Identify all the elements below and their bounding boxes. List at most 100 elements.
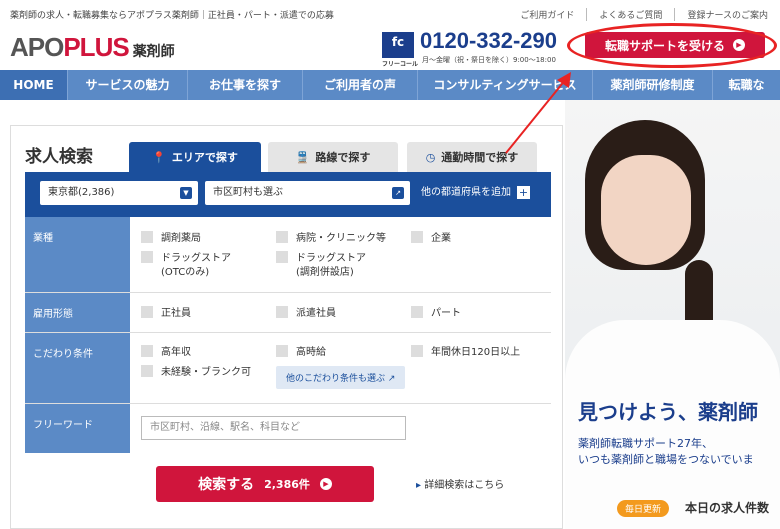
top-links: ご利用ガイド よくあるご質問 登録ナースのご案内: [508, 8, 780, 21]
career-support-label: 転職サポートを受ける: [604, 38, 725, 53]
main-nav: HOME サービスの魅力 お仕事を探す ご利用者の声 コンサルティングサービス …: [0, 70, 780, 100]
arrow-right-icon: ▶: [319, 478, 332, 490]
option-label: 正社員: [161, 308, 191, 319]
option-parttime[interactable]: パート: [411, 306, 461, 321]
nav-consulting[interactable]: コンサルティングサービス: [418, 70, 593, 100]
checkbox[interactable]: [411, 345, 423, 357]
site-logo[interactable]: APOPLUS 薬剤師: [10, 32, 175, 63]
pin-icon: 📍: [152, 150, 166, 164]
nav-voices[interactable]: ご利用者の声: [303, 70, 418, 100]
option-label: 年間休日120日以上: [431, 347, 521, 358]
hero-title: 見つけよう、薬剤師: [578, 400, 758, 424]
checkbox[interactable]: [276, 345, 288, 357]
search-button-count: 2,386件: [264, 478, 310, 491]
option-label: ドラッグストア: [296, 253, 366, 264]
prefecture-value: 東京都(2,386): [48, 187, 115, 198]
city-placeholder: 市区町村も選ぶ: [213, 187, 283, 198]
option-high-hourly[interactable]: 高時給: [276, 345, 326, 360]
checkbox[interactable]: [276, 231, 288, 243]
option-holidays[interactable]: 年間休日120日以上: [411, 345, 520, 360]
area-select-bar: 東京都(2,386) ▼ 市区町村も選ぶ ↗ 他の都道府県を追加 +: [25, 172, 551, 217]
option-label: 未経験・ブランク可: [161, 367, 251, 378]
option-label: 派遣社員: [296, 308, 336, 319]
add-prefecture-label: 他の都道府県を追加: [421, 187, 511, 198]
logo-main: APO: [10, 32, 64, 62]
employment-label: 雇用形態: [25, 293, 130, 332]
clock-icon: ◷: [425, 150, 436, 164]
tab-area-label: エリアで探す: [171, 151, 238, 164]
hero-sub-line1: 薬剤師転職サポート27年、: [578, 437, 713, 450]
tab-line[interactable]: 🚆 路線で探す: [268, 142, 398, 172]
hero-face: [601, 155, 691, 265]
checkbox[interactable]: [141, 345, 153, 357]
nav-training[interactable]: 薬剤師研修制度: [593, 70, 713, 100]
checkbox[interactable]: [276, 306, 288, 318]
option-label: 高時給: [296, 347, 326, 358]
plus-icon: +: [517, 185, 530, 199]
checkbox[interactable]: [276, 251, 288, 263]
checkbox[interactable]: [141, 251, 153, 263]
option-high-salary[interactable]: 高年収: [141, 345, 191, 360]
nav-jobs[interactable]: お仕事を探す: [188, 70, 303, 100]
option-label: 企業: [431, 233, 451, 244]
top-link-guide[interactable]: ご利用ガイド: [508, 8, 586, 21]
arrow-right-icon: ▶: [733, 39, 745, 51]
checkbox[interactable]: [141, 231, 153, 243]
nav-service[interactable]: サービスの魅力: [68, 70, 188, 100]
conditions-label: こだわり条件: [25, 333, 130, 403]
daily-update-badge: 毎日更新: [617, 500, 670, 517]
option-drugstore-dispensing[interactable]: ドラッグストア (調剤併設店): [276, 251, 366, 280]
more-conditions-label: 他のこだわり条件も選ぶ: [286, 374, 386, 384]
freecall-icon: fc フリーコール: [382, 32, 418, 68]
option-inexperienced[interactable]: 未経験・ブランク可: [141, 365, 251, 380]
nav-more[interactable]: 転職な: [713, 70, 780, 100]
add-prefecture-button[interactable]: 他の都道府県を追加 +: [421, 181, 530, 205]
option-label: パート: [431, 308, 461, 319]
option-drugstore-otc[interactable]: ドラッグストア (OTCのみ): [141, 251, 231, 280]
freecall-label: フリーコール: [382, 61, 419, 68]
tab-line-label: 路線で探す: [315, 151, 371, 164]
tab-area[interactable]: 📍 エリアで探す: [129, 142, 261, 172]
external-icon: ↗: [387, 374, 396, 384]
option-hospital[interactable]: 病院・クリニック等: [276, 231, 386, 246]
career-support-button[interactable]: 転職サポートを受ける ▶: [585, 32, 765, 58]
phone-hours: 月〜金曜（祝・祭日を除く）9:00〜18:00: [422, 56, 556, 64]
job-count-label: 本日の求人件数: [685, 501, 770, 515]
freeword-row: フリーワード 市区町村、沿線、駅名、科目など: [25, 404, 551, 453]
search-button[interactable]: 検索する 2,386件 ▶: [156, 466, 374, 502]
prefecture-select[interactable]: 東京都(2,386) ▼: [40, 181, 198, 205]
option-dispatch[interactable]: 派遣社員: [276, 306, 336, 321]
checkbox[interactable]: [141, 306, 153, 318]
detail-search-link[interactable]: 詳細検索はこちら: [416, 476, 504, 491]
freeword-label: フリーワード: [25, 404, 130, 453]
search-title: 求人検索: [25, 147, 93, 167]
search-button-label: 検索する: [198, 477, 255, 493]
job-search-panel: 求人検索 📍 エリアで探す 🚆 路線で探す ◷ 通勤時間で探す 東京都(2,386) …: [10, 125, 563, 529]
option-fulltime[interactable]: 正社員: [141, 306, 191, 321]
industry-row: 業種 調剤薬局 病院・クリニック等 企業 ドラッグストア (OTCのみ) ドラッグ…: [25, 217, 551, 293]
top-bar: 薬剤師の求人・転職募集ならアポプラス薬剤師｜正社員・パート・派遣での応募 ご利用…: [0, 0, 780, 28]
top-link-faq[interactable]: よくあるご質問: [586, 8, 674, 21]
option-company[interactable]: 企業: [411, 231, 451, 246]
logo-sub: 薬剤師: [132, 43, 175, 59]
option-label: ドラッグストア: [161, 253, 231, 264]
freeword-input[interactable]: 市区町村、沿線、駅名、科目など: [141, 416, 406, 440]
city-select[interactable]: 市区町村も選ぶ ↗: [205, 181, 410, 205]
employment-row: 雇用形態 正社員 派遣社員 パート: [25, 293, 551, 333]
conditions-row: こだわり条件 高年収 高時給 年間休日120日以上 未経験・ブランク可 他のこだ…: [25, 333, 551, 404]
checkbox[interactable]: [411, 231, 423, 243]
checkbox[interactable]: [411, 306, 423, 318]
option-note: (OTCのみ): [161, 267, 210, 278]
checkbox[interactable]: [141, 365, 153, 377]
industry-label: 業種: [25, 217, 130, 292]
logo-plus: PLUS: [63, 32, 129, 62]
site-tagline: 薬剤師の求人・転職募集ならアポプラス薬剤師｜正社員・パート・派遣での応募: [10, 11, 334, 21]
option-label: 病院・クリニック等: [296, 233, 386, 244]
hero-subtitle: 薬剤師転職サポート27年、 いつも薬剤師と職場をつないでいま: [578, 436, 754, 468]
phone-number[interactable]: 0120-332-290: [420, 28, 557, 54]
nav-home[interactable]: HOME: [0, 70, 68, 100]
top-link-nurse[interactable]: 登録ナースのご案内: [674, 8, 780, 21]
tab-commute[interactable]: ◷ 通勤時間で探す: [407, 142, 537, 172]
more-conditions-button[interactable]: 他のこだわり条件も選ぶ ↗: [276, 366, 406, 389]
option-pharmacy[interactable]: 調剤薬局: [141, 231, 201, 246]
